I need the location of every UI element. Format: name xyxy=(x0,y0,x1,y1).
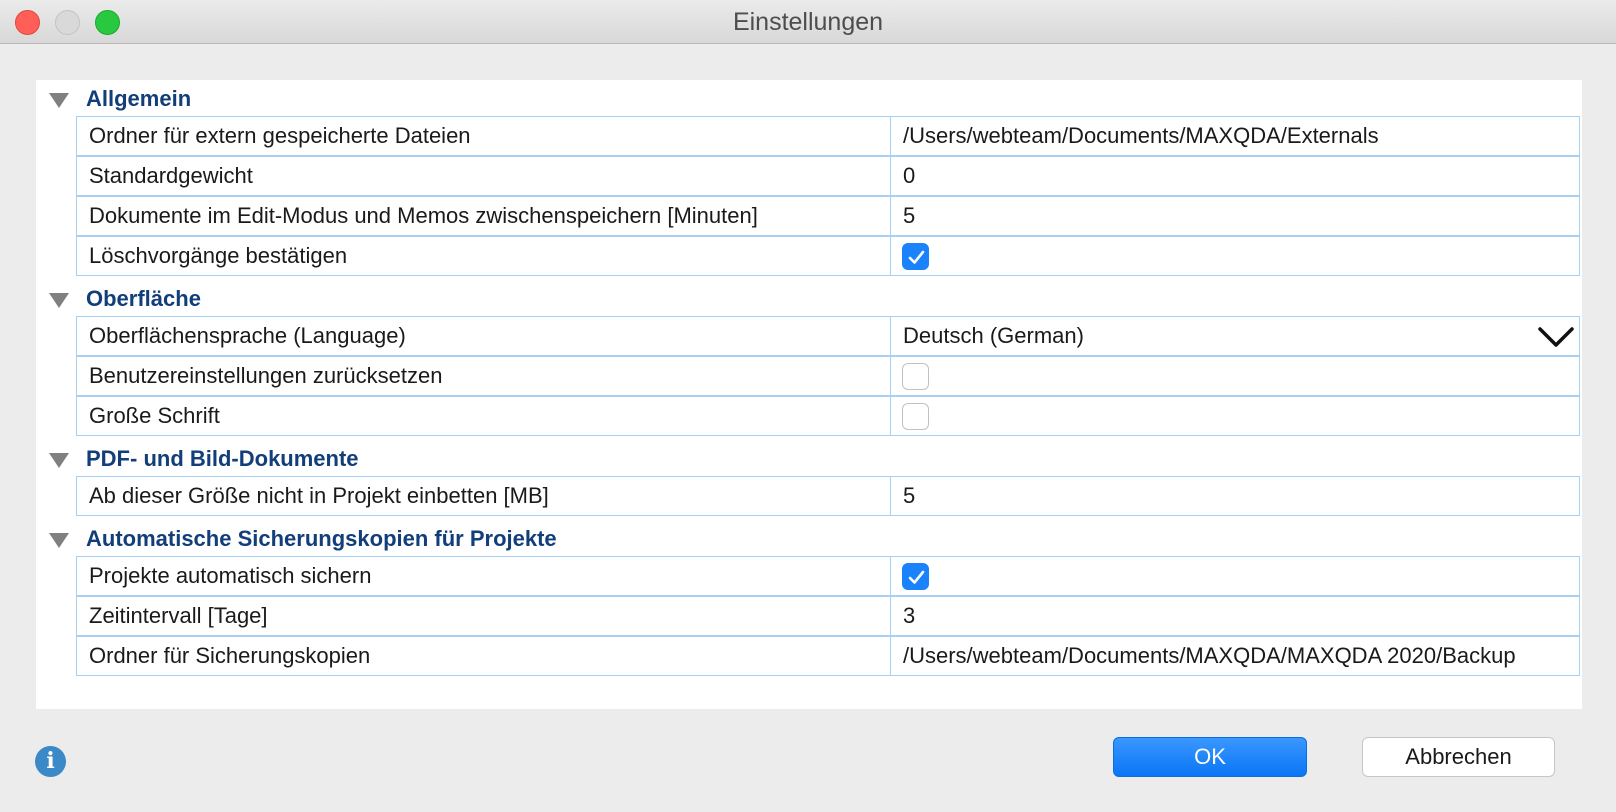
settings-row-auto-backup[interactable]: Projekte automatisch sichern xyxy=(76,556,1580,596)
setting-value-cell xyxy=(891,396,1580,436)
standard-weight-field[interactable]: 0 xyxy=(891,156,1580,196)
section-header-pdf-image[interactable]: PDF- und Bild-Dokumente xyxy=(36,440,1582,480)
section-title: Automatische Sicherungskopien für Projek… xyxy=(86,526,557,551)
settings-row-backup-interval[interactable]: Zeitintervall [Tage] 3 xyxy=(76,596,1580,636)
setting-label: Standardgewicht xyxy=(76,156,891,196)
settings-window: Einstellungen Allgemein Ordner für exter… xyxy=(0,0,1616,812)
language-select[interactable]: Deutsch (German) xyxy=(891,316,1580,356)
checkmark-icon xyxy=(908,570,925,584)
settings-row-confirm-deletions[interactable]: Löschvorgänge bestätigen xyxy=(76,236,1580,276)
collapse-triangle-icon[interactable] xyxy=(49,453,69,468)
section-title: PDF- und Bild-Dokumente xyxy=(86,446,359,471)
settings-panel: Allgemein Ordner für extern gespeicherte… xyxy=(36,80,1582,709)
settings-row-embed-size-limit[interactable]: Ab dieser Größe nicht in Projekt einbett… xyxy=(76,476,1580,516)
setting-label: Ordner für extern gespeicherte Dateien xyxy=(76,116,891,156)
setting-label: Oberflächensprache (Language) xyxy=(76,316,891,356)
reset-user-settings-checkbox[interactable] xyxy=(902,363,929,390)
setting-label: Zeitintervall [Tage] xyxy=(76,596,891,636)
settings-row-backup-folder[interactable]: Ordner für Sicherungskopien /Users/webte… xyxy=(76,636,1580,676)
setting-label: Dokumente im Edit-Modus und Memos zwisch… xyxy=(76,196,891,236)
settings-row-interface-language[interactable]: Oberflächensprache (Language) Deutsch (G… xyxy=(76,316,1580,356)
autosave-minutes-field[interactable]: 5 xyxy=(891,196,1580,236)
language-select-value: Deutsch (German) xyxy=(903,323,1084,348)
settings-row-large-font[interactable]: Große Schrift xyxy=(76,396,1580,436)
chevron-down-icon[interactable] xyxy=(1537,326,1575,348)
embed-size-limit-field[interactable]: 5 xyxy=(891,476,1580,516)
settings-row-reset-user-settings[interactable]: Benutzereinstellungen zurücksetzen xyxy=(76,356,1580,396)
section-title: Allgemein xyxy=(86,86,192,111)
window-title: Einstellungen xyxy=(732,8,884,36)
settings-row-standard-weight[interactable]: Standardgewicht 0 xyxy=(76,156,1580,196)
title-bar[interactable]: Einstellungen xyxy=(0,0,1616,44)
auto-backup-checkbox[interactable] xyxy=(902,563,929,590)
setting-value-cell xyxy=(891,556,1580,596)
settings-row-externals-folder[interactable]: Ordner für extern gespeicherte Dateien /… xyxy=(76,116,1580,156)
setting-value-cell xyxy=(891,356,1580,396)
section-header-allgemein[interactable]: Allgemein xyxy=(36,80,1582,120)
backup-folder-field[interactable]: /Users/webteam/Documents/MAXQDA/MAXQDA 2… xyxy=(891,636,1580,676)
setting-label: Löschvorgänge bestätigen xyxy=(76,236,891,276)
setting-label: Große Schrift xyxy=(76,396,891,436)
collapse-triangle-icon[interactable] xyxy=(49,293,69,308)
collapse-triangle-icon[interactable] xyxy=(49,533,69,548)
confirm-deletions-checkbox[interactable] xyxy=(902,243,929,270)
setting-label: Projekte automatisch sichern xyxy=(76,556,891,596)
backup-interval-field[interactable]: 3 xyxy=(891,596,1580,636)
setting-label: Ordner für Sicherungskopien xyxy=(76,636,891,676)
externals-folder-field[interactable]: /Users/webteam/Documents/MAXQDA/External… xyxy=(891,116,1580,156)
section-title: Oberfläche xyxy=(86,286,201,311)
checkmark-icon xyxy=(908,250,925,264)
collapse-triangle-icon[interactable] xyxy=(49,93,69,108)
cancel-button[interactable]: Abbrechen xyxy=(1362,737,1555,777)
section-header-automatic-backups[interactable]: Automatische Sicherungskopien für Projek… xyxy=(36,520,1582,560)
setting-value-cell xyxy=(891,236,1580,276)
section-header-oberflaeche[interactable]: Oberfläche xyxy=(36,280,1582,320)
ok-button[interactable]: OK xyxy=(1113,737,1307,777)
setting-label: Ab dieser Größe nicht in Projekt einbett… xyxy=(76,476,891,516)
settings-row-autosave-minutes[interactable]: Dokumente im Edit-Modus und Memos zwisch… xyxy=(76,196,1580,236)
setting-label: Benutzereinstellungen zurücksetzen xyxy=(76,356,891,396)
info-icon[interactable]: i xyxy=(35,746,66,777)
large-font-checkbox[interactable] xyxy=(902,403,929,430)
